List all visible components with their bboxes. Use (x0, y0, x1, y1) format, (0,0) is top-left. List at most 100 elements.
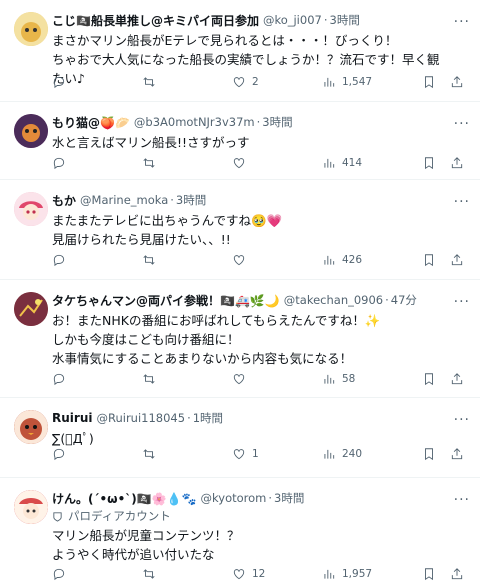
views-button[interactable]: 1,957 (322, 567, 412, 581)
tweet-header: こじ🏴‍☠️船長単推し@キミパイ両日参加 @ko_ji007 · 3時間 (52, 10, 444, 30)
user-handle[interactable]: @takechan_0906 (284, 293, 383, 307)
like-count: 1 (252, 448, 259, 460)
tweet[interactable]: もり猫@🍑🥟 @b3A0motNJr3v37m · 3時間 水と言えばマリン船長… (0, 102, 480, 180)
user-handle[interactable]: @kyotorom (201, 491, 267, 505)
tweet-actions: 58 (52, 370, 472, 388)
more-icon[interactable]: ··· (454, 14, 470, 30)
reply-button[interactable] (52, 372, 142, 386)
avatar[interactable] (14, 490, 48, 524)
heart-icon (233, 374, 245, 385)
display-name[interactable]: Ruirui (52, 411, 92, 425)
timestamp[interactable]: 3時間 (262, 114, 292, 130)
share-icon[interactable] (450, 156, 464, 170)
share-icon[interactable] (450, 372, 464, 386)
display-name[interactable]: タケちゃんマン@両パイ参戦！🏴‍☠️🚑🌿🌙 (52, 292, 280, 309)
bookmark-icon[interactable] (422, 567, 436, 581)
bookmark-icon[interactable] (422, 447, 436, 461)
separator-dot: · (170, 193, 174, 207)
tweet[interactable]: こじ🏴‍☠️船長単推し@キミパイ両日参加 @ko_ji007 · 3時間 まさか… (0, 0, 480, 102)
more-icon[interactable]: ··· (454, 116, 470, 132)
heart-icon (233, 255, 245, 266)
retweet-button[interactable] (142, 156, 232, 170)
more-icon[interactable]: ··· (454, 412, 470, 428)
reply-icon (53, 568, 65, 581)
timestamp[interactable]: 3時間 (330, 12, 360, 28)
bookmark-icon[interactable] (422, 75, 436, 89)
tweet-actions: 414 (52, 154, 472, 172)
reply-button[interactable] (52, 253, 142, 267)
avatar[interactable] (14, 114, 48, 148)
views-button[interactable]: 414 (322, 156, 412, 170)
like-button[interactable] (232, 372, 322, 386)
views-count: 426 (342, 254, 363, 266)
views-count: 240 (342, 448, 363, 460)
tweet[interactable]: Ruirui @Ruirui118045 · 1時間 ∑(ﾟДﾟ) ··· 1 … (0, 398, 480, 478)
like-button[interactable]: 2 (232, 75, 322, 89)
timestamp[interactable]: 3時間 (274, 490, 304, 506)
tweet-text-line: 水と言えばマリン船長!!さすがっす (52, 135, 250, 150)
avatar[interactable] (14, 12, 48, 46)
views-chart-icon (324, 255, 335, 265)
views-chart-icon (324, 449, 335, 459)
display-name[interactable]: こじ🏴‍☠️船長単推し@キミパイ両日参加 (52, 12, 259, 29)
share-icon[interactable] (450, 447, 464, 461)
timestamp[interactable]: 3時間 (176, 192, 206, 208)
like-button[interactable] (232, 156, 322, 170)
avatar[interactable] (14, 292, 48, 326)
tweet-actions: 426 (52, 251, 472, 269)
tweet-actions: 12 1,957 (52, 565, 472, 583)
tweet-text-line: マリン船長が児童コンテンツ！？ (52, 528, 240, 543)
reply-button[interactable] (52, 75, 142, 89)
reply-icon (53, 254, 65, 267)
display-name[interactable]: けん。(´•ω•`)🏴‍☠️🌸💧🐾 (52, 490, 197, 507)
share-icon[interactable] (450, 75, 464, 89)
bookmark-icon[interactable] (422, 156, 436, 170)
user-handle[interactable]: @Ruirui118045 (96, 411, 185, 425)
display-name[interactable]: もり猫@🍑🥟 (52, 114, 130, 131)
more-icon[interactable]: ··· (454, 294, 470, 310)
views-chart-icon (324, 158, 335, 168)
user-handle[interactable]: @ko_ji007 (263, 13, 322, 27)
share-icon[interactable] (450, 567, 464, 581)
tweet[interactable]: けん。(´•ω•`)🏴‍☠️🌸💧🐾 @kyotorom · 3時間 パロディアカ… (0, 478, 480, 582)
tweet-text: 水と言えばマリン船長!!さすがっす (52, 133, 444, 152)
parody-icon (53, 512, 62, 522)
views-count: 1,957 (342, 568, 373, 580)
reply-button[interactable] (52, 156, 142, 170)
timestamp[interactable]: 1時間 (193, 410, 223, 426)
retweet-button[interactable] (142, 372, 232, 386)
bookmark-icon[interactable] (422, 372, 436, 386)
avatar[interactable] (14, 192, 48, 226)
views-button[interactable]: 58 (322, 372, 412, 386)
more-icon[interactable]: ··· (454, 492, 470, 508)
share-icon[interactable] (450, 253, 464, 267)
retweet-button[interactable] (142, 447, 232, 461)
views-count: 414 (342, 157, 363, 169)
like-button[interactable] (232, 253, 322, 267)
retweet-icon (143, 569, 155, 579)
retweet-button[interactable] (142, 75, 232, 89)
avatar[interactable] (14, 410, 48, 444)
tweet[interactable]: タケちゃんマン@両パイ参戦！🏴‍☠️🚑🌿🌙 @takechan_0906 · 4… (0, 280, 480, 398)
views-button[interactable]: 240 (322, 447, 412, 461)
reply-icon (53, 76, 65, 89)
tweet[interactable]: もか @Marine_moka · 3時間 またまたテレビに出ちゃうんですね🥹💗… (0, 180, 480, 280)
separator-dot: · (256, 115, 261, 129)
like-button[interactable]: 1 (232, 447, 322, 461)
reply-button[interactable] (52, 447, 142, 461)
retweet-button[interactable] (142, 567, 232, 581)
parody-account-label: パロディアカウント (52, 508, 444, 525)
user-handle[interactable]: @b3A0motNJr3v37m (134, 115, 255, 129)
retweet-button[interactable] (142, 253, 232, 267)
display-name[interactable]: もか (52, 192, 76, 209)
views-count: 1,547 (342, 76, 373, 88)
more-icon[interactable]: ··· (454, 194, 470, 210)
reply-button[interactable] (52, 567, 142, 581)
views-button[interactable]: 1,547 (322, 75, 412, 89)
views-button[interactable]: 426 (322, 253, 412, 267)
user-handle[interactable]: @Marine_moka (80, 193, 168, 207)
bookmark-icon[interactable] (422, 253, 436, 267)
like-button[interactable]: 12 (232, 567, 322, 581)
timestamp[interactable]: 47分 (391, 292, 417, 308)
like-count: 2 (252, 76, 259, 88)
